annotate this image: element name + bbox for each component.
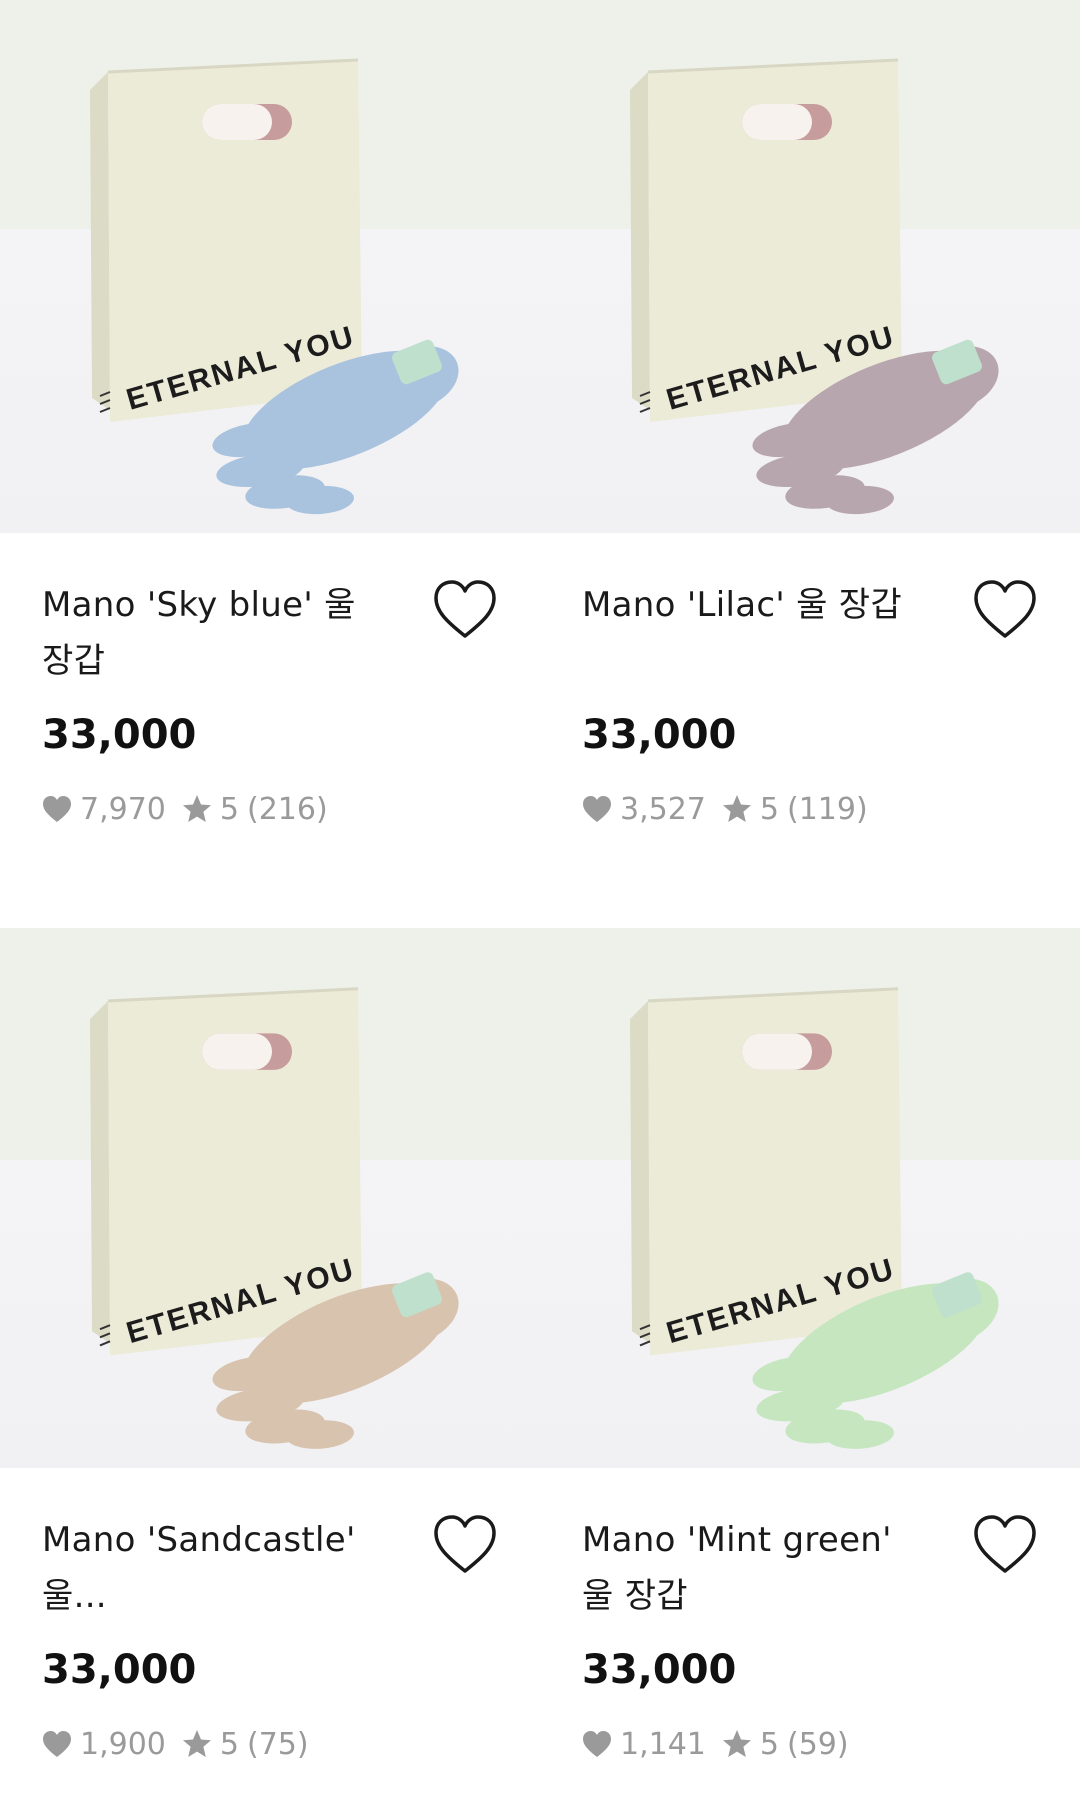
product-stats: 3,527 5 (119) (582, 789, 1038, 829)
rating-summary: 5 (75) (182, 1727, 309, 1762)
product-info: Mano 'Sky blue' 울 장갑 33,000 7,970 5 (216… (0, 533, 540, 829)
product-card[interactable]: ETERNAL YOU (540, 0, 1080, 829)
star-icon (722, 1730, 751, 1757)
product-card[interactable]: ETERNAL YOU (0, 928, 540, 1764)
product-price: 33,000 (42, 1647, 197, 1693)
heart-filled-icon (583, 796, 611, 822)
product-photo: ETERNAL YOU (630, 58, 999, 515)
product-stats: 1,900 5 (75) (42, 1724, 498, 1764)
product-card[interactable]: ETERNAL YOU (540, 928, 1080, 1764)
product-price: 33,000 (582, 712, 737, 758)
product-title[interactable]: Mano 'Sky blue' 울 장갑 (42, 577, 362, 689)
review-count: (59) (786, 1726, 849, 1762)
heart-outline-icon (434, 580, 496, 638)
heart-filled-icon (43, 796, 71, 822)
product-info: Mano 'Mint green' 울 장갑 33,000 1,141 5 (5… (540, 1468, 1080, 1764)
likes-count: 1,141 (582, 1727, 706, 1762)
rating-value: 5 (219, 791, 239, 827)
rating-value: 5 (759, 1726, 779, 1762)
product-image[interactable]: ETERNAL YOU (540, 0, 1080, 533)
product-title[interactable]: Mano 'Sandcastle' 울... (42, 1512, 362, 1624)
likes-count: 1,900 (42, 1727, 166, 1762)
rating-summary: 5 (216) (182, 792, 328, 827)
heart-outline-icon (434, 1515, 496, 1573)
review-count: (75) (246, 1726, 309, 1762)
product-stats: 7,970 5 (216) (42, 789, 498, 829)
product-photo: ETERNAL YOU (90, 58, 459, 515)
product-title[interactable]: Mano 'Lilac' 울 장갑 (582, 577, 902, 689)
product-grid: ETERNAL YOU Mano 'Sky blue' 울 장갑 33,000 … (0, 0, 1080, 1806)
wishlist-button[interactable] (972, 579, 1038, 641)
product-card[interactable]: ETERNAL YOU (0, 0, 540, 829)
rating-summary: 5 (59) (722, 1727, 849, 1762)
review-count: (216) (246, 791, 328, 827)
product-image[interactable]: ETERNAL YOU (0, 0, 540, 533)
likes-count: 7,970 (42, 792, 166, 827)
wishlist-button[interactable] (972, 1514, 1038, 1576)
likes-count: 3,527 (582, 792, 706, 827)
wishlist-button[interactable] (432, 1514, 498, 1576)
star-icon (182, 1730, 211, 1757)
likes-value: 7,970 (80, 791, 166, 827)
product-photo: ETERNAL YOU (630, 987, 999, 1449)
product-photo: ETERNAL YOU (90, 987, 459, 1449)
likes-value: 3,527 (620, 791, 706, 827)
product-info: Mano 'Sandcastle' 울... 33,000 1,900 5 (7… (0, 1468, 540, 1764)
rating-summary: 5 (119) (722, 792, 868, 827)
product-title[interactable]: Mano 'Mint green' 울 장갑 (582, 1512, 902, 1624)
product-image[interactable]: ETERNAL YOU (0, 928, 540, 1468)
star-icon (722, 795, 751, 822)
product-info: Mano 'Lilac' 울 장갑 33,000 3,527 5 (119) (540, 533, 1080, 829)
likes-value: 1,900 (80, 1726, 166, 1762)
rating-value: 5 (219, 1726, 239, 1762)
heart-filled-icon (43, 1731, 71, 1757)
star-icon (182, 795, 211, 822)
wishlist-button[interactable] (432, 579, 498, 641)
heart-outline-icon (974, 580, 1036, 638)
product-price: 33,000 (582, 1647, 737, 1693)
rating-value: 5 (759, 791, 779, 827)
product-price: 33,000 (42, 712, 197, 758)
product-stats: 1,141 5 (59) (582, 1724, 1038, 1764)
likes-value: 1,141 (620, 1726, 706, 1762)
heart-filled-icon (583, 1731, 611, 1757)
heart-outline-icon (974, 1515, 1036, 1573)
review-count: (119) (786, 791, 868, 827)
product-image[interactable]: ETERNAL YOU (540, 928, 1080, 1468)
